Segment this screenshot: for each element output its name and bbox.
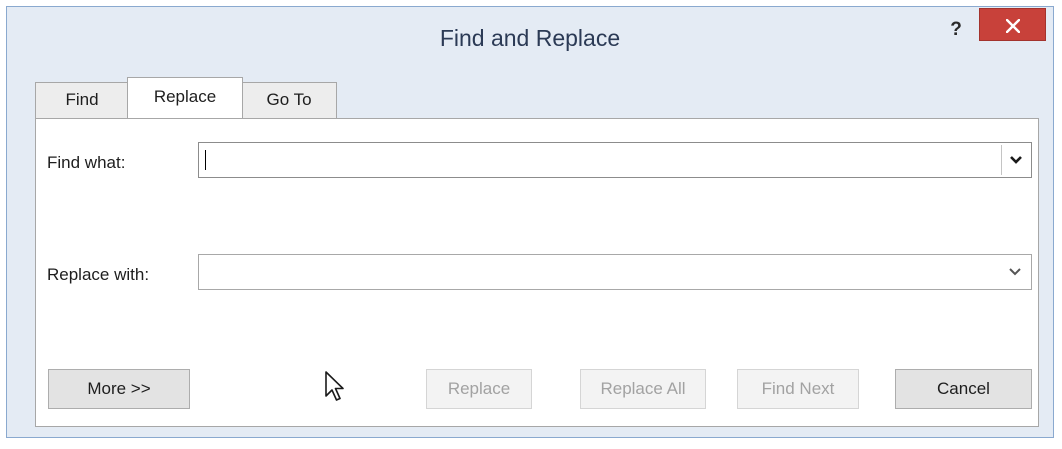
text-caret	[205, 150, 206, 170]
tab-find-label: Find	[65, 90, 99, 109]
find-what-dropdown-button[interactable]	[1001, 145, 1029, 175]
more-button[interactable]: More >>	[48, 369, 190, 409]
chevron-down-icon	[1009, 156, 1022, 164]
close-icon	[1006, 19, 1020, 33]
replace-with-combobox[interactable]	[198, 254, 1032, 290]
title-bar[interactable]: Find and Replace ?	[7, 7, 1053, 69]
dialog-title: Find and Replace	[439, 25, 621, 51]
replace-button[interactable]: Replace	[426, 369, 532, 409]
tab-go-to-label: Go To	[266, 90, 312, 109]
find-replace-dialog: Find and Replace ? Find Replace Go To Fi…	[6, 6, 1054, 438]
close-button[interactable]	[979, 8, 1046, 41]
replace-all-button[interactable]: Replace All	[580, 369, 706, 409]
replace-panel: Find what: Replace with: More >> Replace…	[35, 118, 1039, 427]
mouse-pointer-icon	[325, 371, 344, 401]
find-what-label: Find what:	[47, 153, 126, 172]
find-next-button[interactable]: Find Next	[737, 369, 859, 409]
tab-go-to[interactable]: Go To	[241, 82, 337, 118]
tab-replace[interactable]: Replace	[127, 77, 243, 118]
tab-find[interactable]: Find	[35, 82, 129, 118]
cancel-button[interactable]: Cancel	[895, 369, 1032, 409]
tab-replace-label: Replace	[153, 87, 217, 106]
replace-with-label: Replace with:	[47, 265, 150, 284]
replace-with-dropdown-button[interactable]	[1001, 257, 1029, 287]
help-button[interactable]: ?	[945, 19, 967, 43]
chevron-down-icon	[1009, 268, 1021, 276]
find-what-combobox[interactable]	[198, 142, 1032, 178]
